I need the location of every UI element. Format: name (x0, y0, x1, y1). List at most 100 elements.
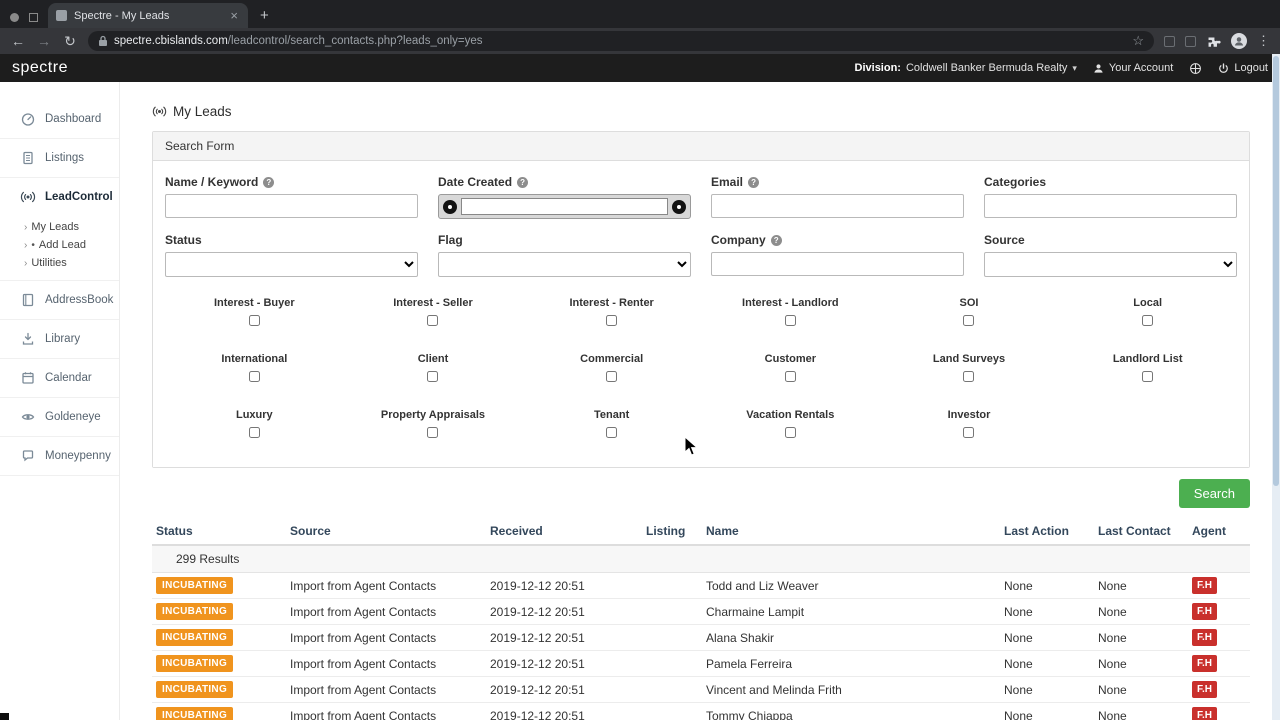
sidebar-item-dashboard[interactable]: Dashboard (0, 100, 119, 139)
filter-checkbox[interactable] (606, 427, 618, 438)
sidebar-item-listings[interactable]: Listings (0, 139, 119, 178)
column-header[interactable]: Source (286, 518, 486, 546)
chevron-right-icon: › (24, 257, 28, 269)
field-source: Source (984, 233, 1237, 277)
filter-checkbox[interactable] (606, 371, 618, 382)
categories-input[interactable] (984, 194, 1237, 218)
person-icon (1094, 63, 1103, 73)
filter-option: Commercial (522, 353, 701, 385)
sidebar-item-moneypenny[interactable]: Moneypenny (0, 437, 119, 476)
source-select[interactable] (984, 252, 1237, 277)
extensions-puzzle-icon[interactable] (1206, 34, 1221, 49)
filter-checkbox[interactable] (606, 315, 618, 326)
filter-checkbox[interactable] (427, 315, 439, 326)
table-header-row: Status Source Received Listing Name Last… (152, 518, 1250, 546)
field-email: Email? (711, 175, 964, 219)
new-tab-button[interactable]: + (248, 7, 281, 28)
sidebar-item-goldeneye[interactable]: Goldeneye (0, 398, 119, 437)
filter-checkbox[interactable] (248, 371, 260, 382)
sidebar-item-utilities[interactable]: › Utilities (24, 254, 119, 272)
bookmark-star-icon[interactable]: ☆ (1132, 33, 1144, 49)
company-input[interactable] (711, 252, 964, 276)
extension-icon[interactable] (1164, 35, 1175, 47)
filter-option-label: Interest - Seller (393, 297, 473, 309)
filter-option: Customer (701, 353, 880, 385)
column-header[interactable]: Last Contact (1094, 518, 1188, 546)
filter-option: Property Appraisals (344, 409, 523, 441)
lead-name: Tommy Chiappa (702, 702, 1000, 720)
lead-row[interactable]: INCUBATING Import from Agent Contacts 20… (152, 676, 1250, 703)
filter-option-label: Vacation Rentals (746, 409, 835, 421)
search-button[interactable]: Search (1178, 479, 1250, 508)
column-header[interactable]: Agent (1188, 518, 1250, 546)
back-button[interactable]: ← (10, 34, 26, 48)
filter-checkbox[interactable] (427, 427, 439, 438)
lead-row[interactable]: INCUBATING Import from Agent Contacts 20… (152, 702, 1250, 720)
lead-row[interactable]: INCUBATING Import from Agent Contacts 20… (152, 598, 1250, 625)
sidebar-item-add-lead[interactable]: › • Add Lead (24, 236, 119, 254)
column-header[interactable]: Last Action (1000, 518, 1094, 546)
column-header[interactable]: Status (152, 518, 286, 546)
refresh-button[interactable]: ↻ (62, 34, 78, 48)
date-created-input[interactable] (461, 198, 668, 215)
filter-checkbox[interactable] (784, 427, 796, 438)
profile-avatar[interactable] (1231, 33, 1247, 49)
division-dropdown[interactable]: Division: Coldwell Banker Bermuda Realty… (855, 62, 1077, 74)
lead-row[interactable]: INCUBATING Import from Agent Contacts 20… (152, 572, 1250, 599)
flag-select[interactable] (438, 252, 691, 277)
lead-name: Alana Shakir (702, 624, 1000, 651)
sidebar-item-leadcontrol[interactable]: LeadControl (0, 178, 119, 216)
sidebar-item-library[interactable]: Library (0, 320, 119, 359)
filter-option-label: Landlord List (1112, 353, 1183, 365)
browser-tab[interactable]: Spectre - My Leads × (48, 3, 248, 28)
name-keyword-input[interactable] (165, 194, 418, 218)
date-from-button[interactable] (443, 199, 457, 214)
column-header[interactable]: Listing (642, 518, 702, 546)
globe-button[interactable] (1189, 62, 1202, 75)
filter-checkbox[interactable] (784, 371, 796, 382)
filter-checkbox[interactable] (248, 315, 260, 326)
lead-last-contact: None (1094, 650, 1188, 677)
sidebar-item-addressbook[interactable]: AddressBook (0, 281, 119, 320)
logout-button[interactable]: Logout (1218, 62, 1268, 74)
filter-checkbox[interactable] (1142, 315, 1154, 326)
tab-title: Spectre - My Leads (74, 9, 170, 22)
lead-received: 2019-12-12 20:51 (486, 650, 642, 677)
help-icon[interactable]: ? (748, 176, 760, 188)
filter-checkbox[interactable] (784, 315, 796, 326)
lead-row[interactable]: INCUBATING Import from Agent Contacts 20… (152, 650, 1250, 677)
scrollbar-thumb[interactable] (1273, 56, 1279, 486)
your-account-button[interactable]: Your Account (1093, 62, 1173, 74)
tab-favicon (56, 10, 67, 21)
search-form-panel: Search Form Name / Keyword? Date Created… (152, 131, 1250, 468)
browser-menu-icon[interactable]: ⋮ (1257, 33, 1270, 49)
help-icon[interactable]: ? (263, 176, 275, 188)
email-input[interactable] (711, 194, 964, 218)
forward-button[interactable]: → (36, 34, 52, 48)
lead-name: Vincent and Melinda Frith (702, 676, 1000, 703)
tab-close-icon[interactable]: × (228, 9, 240, 22)
sidebar-item-calendar[interactable]: Calendar (0, 359, 119, 398)
date-to-button[interactable] (672, 199, 686, 214)
page-scrollbar[interactable] (1272, 54, 1280, 720)
lead-received: 2019-12-12 20:51 (486, 598, 642, 625)
filter-checkbox[interactable] (963, 427, 975, 438)
column-header[interactable]: Received (486, 518, 642, 546)
app-logo[interactable]: spectre (12, 59, 68, 77)
help-icon[interactable]: ? (517, 176, 529, 188)
column-header[interactable]: Name (702, 518, 1000, 546)
sidebar-item-my-leads[interactable]: › My Leads (24, 218, 119, 236)
lead-row[interactable]: INCUBATING Import from Agent Contacts 20… (152, 624, 1250, 651)
url-field[interactable]: spectre.cbislands.com/leadcontrol/search… (88, 31, 1154, 51)
filter-checkbox[interactable] (963, 315, 975, 326)
results-summary-row: 299 Results (152, 545, 1250, 573)
status-badge: INCUBATING (156, 603, 234, 620)
window-controls[interactable] (0, 13, 48, 28)
filter-checkbox[interactable] (248, 427, 260, 438)
filter-checkbox[interactable] (1142, 371, 1154, 382)
status-select[interactable] (165, 252, 418, 277)
filter-checkbox[interactable] (963, 371, 975, 382)
filter-checkbox[interactable] (427, 371, 439, 382)
help-icon[interactable]: ? (770, 234, 782, 246)
extension-icon[interactable] (1185, 35, 1196, 47)
